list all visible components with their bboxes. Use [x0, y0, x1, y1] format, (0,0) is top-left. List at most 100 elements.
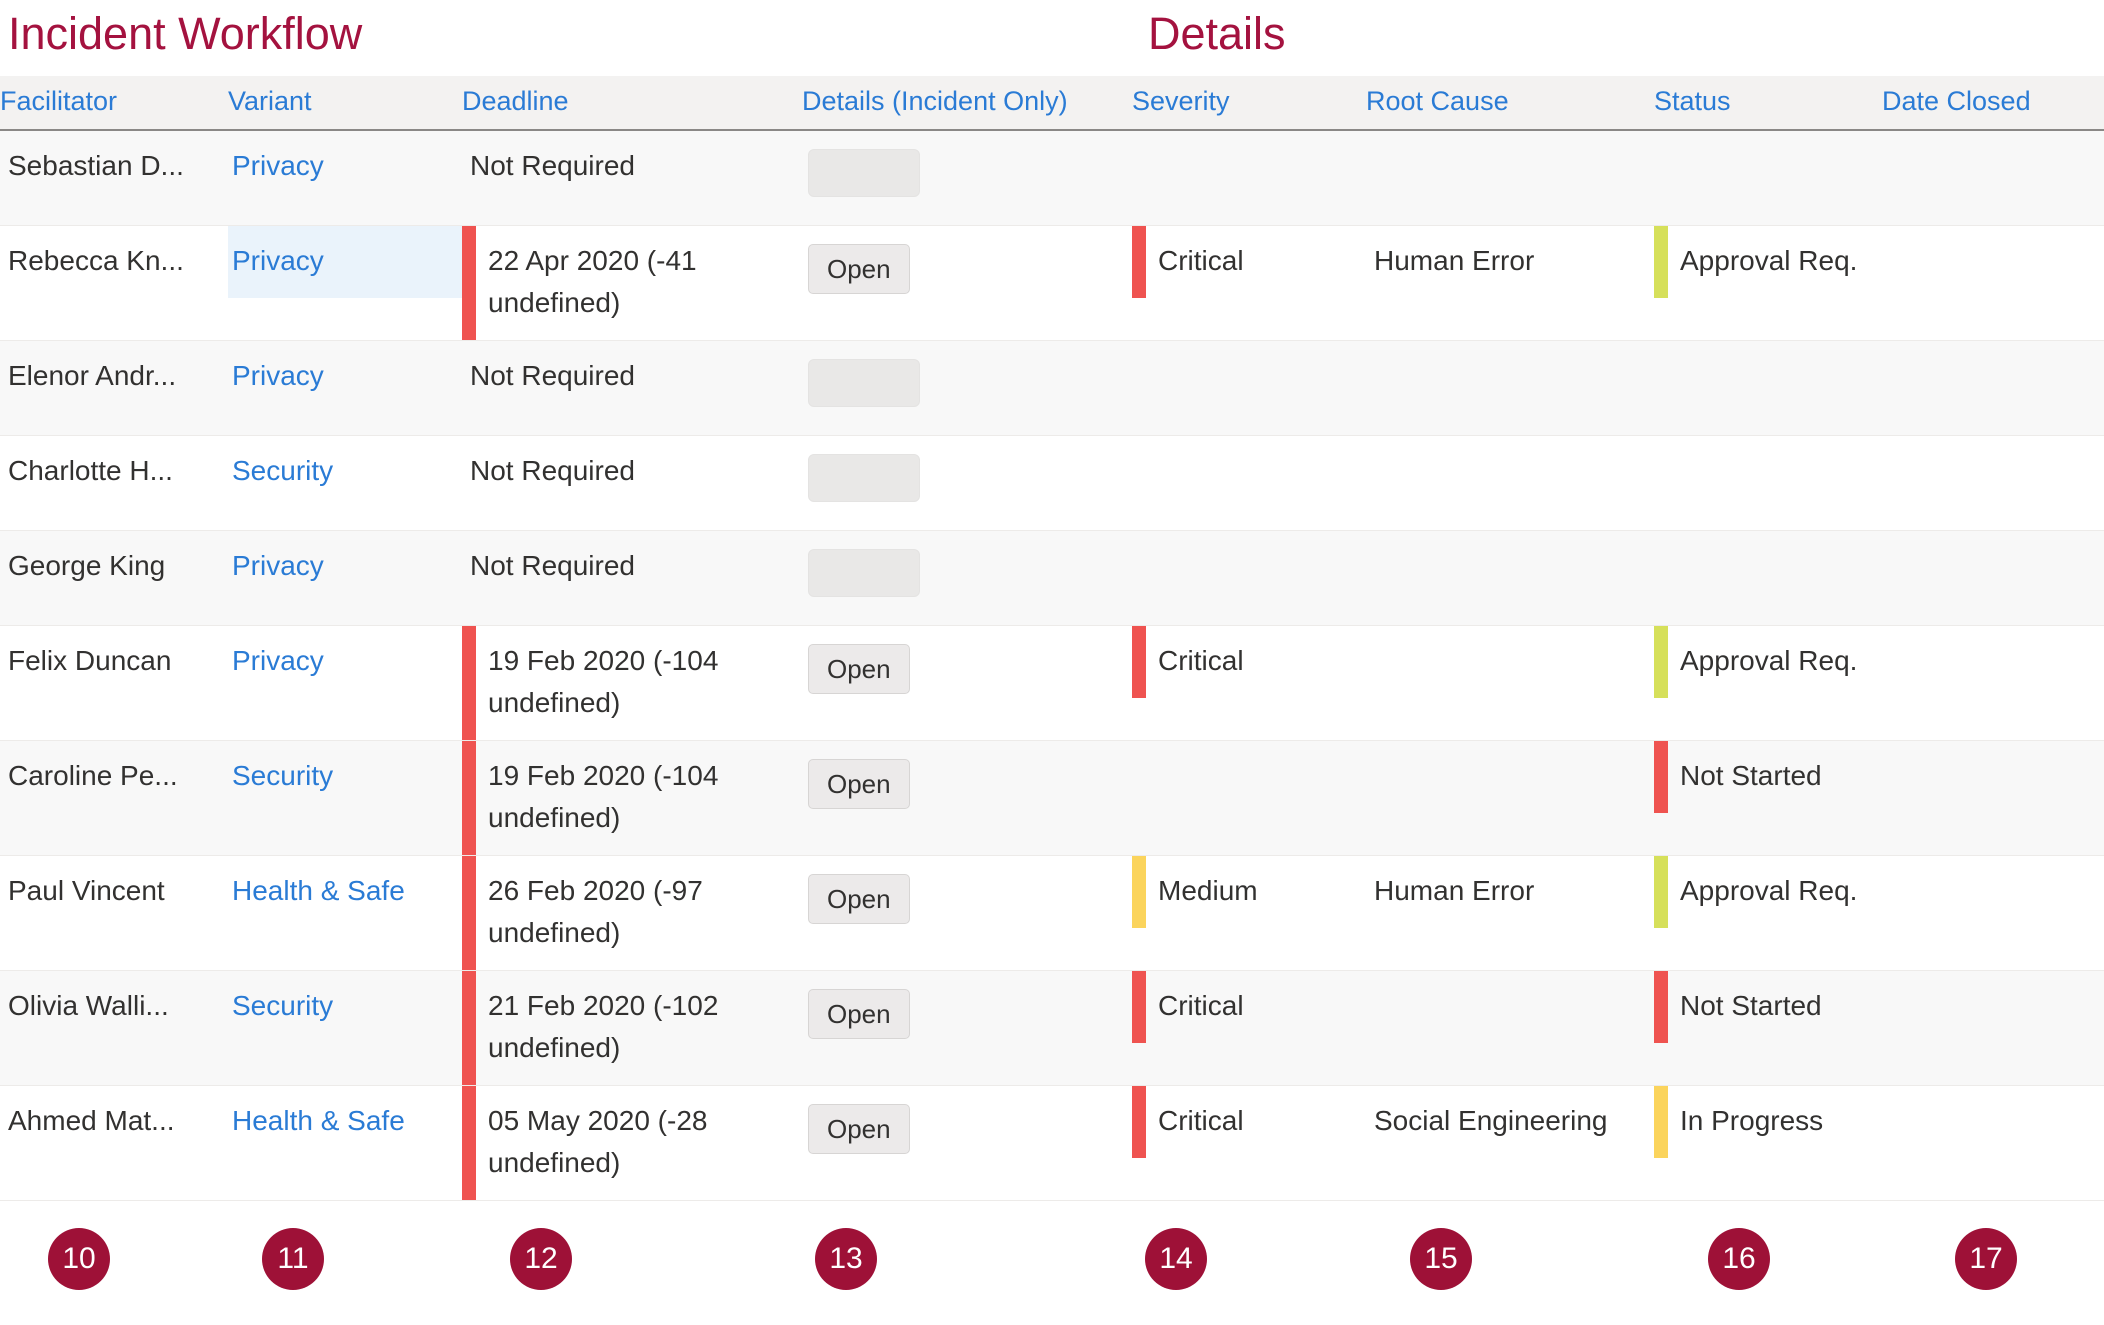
- cell-facilitator: Elenor Andr...: [0, 340, 228, 436]
- cell-root-cause: [1366, 530, 1654, 626]
- cell-variant[interactable]: Security: [228, 970, 462, 1086]
- cell-details: [802, 435, 1132, 531]
- facilitator-name: Ahmed Mat...: [8, 1105, 175, 1136]
- cell-facilitator: Charlotte H...: [0, 435, 228, 531]
- cell-deadline: 22 Apr 2020 (-41 undefined): [462, 225, 802, 341]
- callout-badge: 14: [1145, 1228, 1207, 1290]
- column-header-severity[interactable]: Severity: [1132, 76, 1366, 131]
- variant-link[interactable]: Health & Safe: [228, 856, 462, 928]
- cell-details: Open: [802, 1085, 1132, 1201]
- status-content: Approval Req.: [1654, 226, 1882, 298]
- status-badge-bar-icon: [1654, 1086, 1668, 1158]
- severity-level-bar-icon: [1132, 626, 1146, 698]
- status-text: Approval Req.: [1680, 875, 1858, 906]
- deadline-text: Not Required: [470, 360, 635, 391]
- severity-level-bar-icon: [1132, 1086, 1146, 1158]
- variant-link[interactable]: Privacy: [228, 226, 462, 298]
- open-details-button[interactable]: Open: [808, 244, 910, 294]
- cell-variant[interactable]: Privacy: [228, 340, 462, 436]
- cell-variant[interactable]: Privacy: [228, 530, 462, 626]
- open-details-button[interactable]: Open: [808, 874, 910, 924]
- cell-facilitator: Caroline Pe...: [0, 740, 228, 856]
- severity-level-bar-icon: [1132, 971, 1146, 1043]
- column-header-root-cause[interactable]: Root Cause: [1366, 76, 1654, 131]
- severity-level-bar-icon: [1132, 856, 1146, 928]
- cell-variant[interactable]: Privacy: [228, 130, 462, 226]
- column-header-facilitator[interactable]: Facilitator: [0, 76, 228, 131]
- variant-label: Security: [232, 760, 334, 791]
- cell-deadline: 19 Feb 2020 (-104 undefined): [462, 740, 802, 856]
- table-row[interactable]: Olivia Walli... Security 21 Feb 2020 (-102…: [0, 970, 2104, 1086]
- open-details-button[interactable]: Open: [808, 989, 910, 1039]
- variant-link[interactable]: Privacy: [228, 531, 462, 603]
- severity-content: [1132, 341, 1366, 409]
- callout-badge: 17: [1955, 1228, 2017, 1290]
- variant-link[interactable]: Health & Safe: [228, 1086, 462, 1158]
- variant-link[interactable]: Privacy: [228, 131, 462, 203]
- column-header-date-closed[interactable]: Date Closed: [1882, 76, 2104, 131]
- cell-severity: Critical: [1132, 625, 1366, 741]
- cell-date-closed: [1882, 740, 2104, 856]
- variant-link[interactable]: Security: [228, 436, 462, 508]
- cell-variant[interactable]: Security: [228, 435, 462, 531]
- variant-link[interactable]: Security: [228, 971, 462, 1043]
- cell-variant[interactable]: Privacy: [228, 225, 462, 341]
- column-header-variant[interactable]: Variant: [228, 76, 462, 131]
- details-button-placeholder: [808, 454, 920, 502]
- cell-facilitator: Ahmed Mat...: [0, 1085, 228, 1201]
- open-details-button[interactable]: Open: [808, 644, 910, 694]
- severity-text: Critical: [1158, 1105, 1244, 1136]
- variant-link[interactable]: Privacy: [228, 341, 462, 413]
- severity-level-bar-icon: [1132, 226, 1146, 298]
- table-row[interactable]: Paul Vincent Health & Safe 26 Feb 2020 (-9…: [0, 855, 2104, 971]
- cell-status: [1654, 435, 1882, 531]
- variant-link[interactable]: Security: [228, 741, 462, 813]
- severity-content: [1132, 741, 1366, 809]
- cell-date-closed: [1882, 530, 2104, 626]
- cell-variant[interactable]: Health & Safe: [228, 1085, 462, 1201]
- table-row[interactable]: Ahmed Mat... Health & Safe 05 May 2020 (-2…: [0, 1085, 2104, 1201]
- cell-date-closed: [1882, 340, 2104, 436]
- cell-variant[interactable]: Health & Safe: [228, 855, 462, 971]
- table-row[interactable]: Rebecca Kn... Privacy 22 Apr 2020 (-41 und…: [0, 225, 2104, 341]
- open-details-button[interactable]: Open: [808, 1104, 910, 1154]
- column-header-deadline[interactable]: Deadline: [462, 76, 802, 131]
- column-header-status[interactable]: Status: [1654, 76, 1882, 131]
- deadline-text: 05 May 2020 (-28 undefined): [488, 1105, 708, 1178]
- deadline-content: 21 Feb 2020 (-102 undefined): [462, 971, 802, 1085]
- cell-severity: [1132, 435, 1366, 531]
- severity-content: [1132, 436, 1366, 504]
- table-row[interactable]: George King Privacy Not Required: [0, 530, 2104, 626]
- variant-label: Security: [232, 990, 334, 1021]
- severity-content: Critical: [1132, 626, 1366, 698]
- cell-status: Approval Req.: [1654, 855, 1882, 971]
- cell-details: [802, 340, 1132, 436]
- table-row[interactable]: Felix Duncan Privacy 19 Feb 2020 (-104 und…: [0, 625, 2104, 741]
- table-row[interactable]: Elenor Andr... Privacy Not Required: [0, 340, 2104, 436]
- status-badge-bar-icon: [1654, 741, 1668, 813]
- table-row[interactable]: Caroline Pe... Security 19 Feb 2020 (-104 …: [0, 740, 2104, 856]
- status-content: Not Started: [1654, 741, 1882, 813]
- cell-variant[interactable]: Security: [228, 740, 462, 856]
- deadline-text: 19 Feb 2020 (-104 undefined): [488, 645, 719, 718]
- deadline-text: 26 Feb 2020 (-97 undefined): [488, 875, 703, 948]
- cell-severity: [1132, 130, 1366, 226]
- facilitator-name: George King: [8, 550, 166, 581]
- status-content: [1654, 531, 1882, 599]
- open-details-button[interactable]: Open: [808, 759, 910, 809]
- variant-link[interactable]: Privacy: [228, 626, 462, 698]
- cell-status: [1654, 530, 1882, 626]
- table-row[interactable]: Sebastian D... Privacy Not Required: [0, 130, 2104, 226]
- variant-label: Privacy: [232, 150, 324, 181]
- facilitator-name: Sebastian D...: [8, 150, 184, 181]
- cell-deadline: Not Required: [462, 435, 802, 531]
- facilitator-name: Paul Vincent: [8, 875, 165, 906]
- deadline-text: Not Required: [470, 550, 635, 581]
- table-row[interactable]: Charlotte H... Security Not Required: [0, 435, 2104, 531]
- cell-details: [802, 530, 1132, 626]
- cell-variant[interactable]: Privacy: [228, 625, 462, 741]
- cell-facilitator: Rebecca Kn...: [0, 225, 228, 341]
- column-header-details[interactable]: Details (Incident Only): [802, 76, 1132, 131]
- cell-deadline: 26 Feb 2020 (-97 undefined): [462, 855, 802, 971]
- details-button-placeholder: [808, 149, 920, 197]
